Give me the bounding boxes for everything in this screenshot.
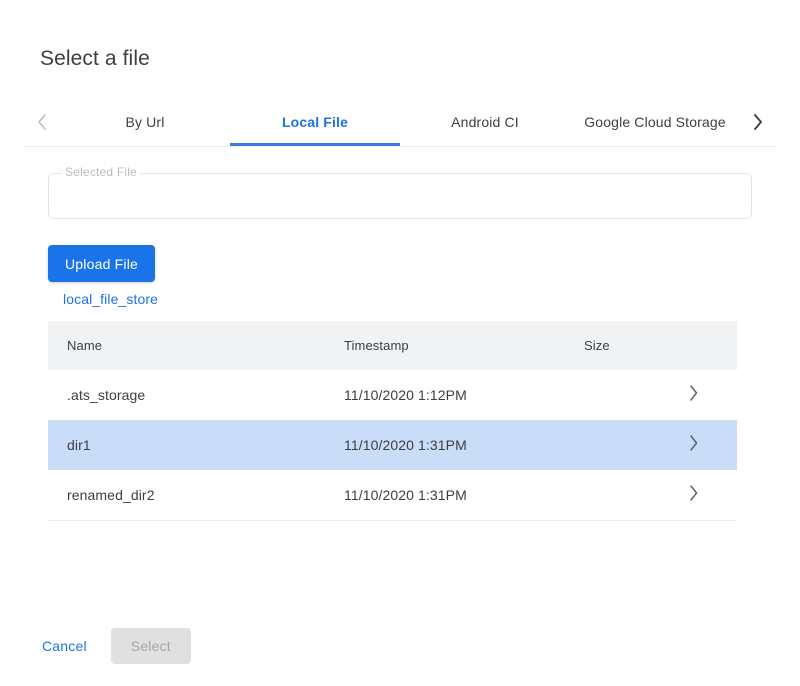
selected-file-input[interactable] [48, 173, 752, 219]
row-open-button[interactable] [674, 434, 737, 457]
tab-label: Android CI [451, 114, 519, 130]
breadcrumb[interactable]: local_file_store [63, 291, 158, 307]
select-file-dialog: Select a file By Url Local File Android … [0, 0, 800, 686]
column-header-name: Name [48, 338, 344, 353]
tabs-scroll-right-button[interactable] [740, 98, 776, 146]
chevron-left-icon [36, 112, 48, 132]
tab-by-url[interactable]: By Url [60, 98, 230, 146]
tabs-strip: By Url Local File Android CI Google Clou… [60, 98, 740, 146]
row-open-button[interactable] [674, 484, 737, 507]
column-header-timestamp: Timestamp [344, 338, 584, 353]
tab-android-ci[interactable]: Android CI [400, 98, 570, 146]
select-button[interactable]: Select [111, 628, 191, 664]
cell-timestamp: 11/10/2020 1:12PM [344, 387, 584, 403]
table-row[interactable]: .ats_storage 11/10/2020 1:12PM [48, 370, 737, 420]
selected-file-field: Selected File [48, 173, 752, 219]
tab-label: Google Cloud Storage [584, 114, 726, 130]
chevron-right-icon [688, 484, 699, 507]
chevron-right-icon [688, 434, 699, 457]
table-row[interactable]: renamed_dir2 11/10/2020 1:31PM [48, 470, 737, 520]
cell-name: renamed_dir2 [48, 487, 344, 503]
tab-label: Local File [282, 114, 348, 130]
cell-timestamp: 11/10/2020 1:31PM [344, 437, 584, 453]
table-header-row: Name Timestamp Size [48, 321, 737, 370]
page-title: Select a file [40, 45, 150, 73]
upload-file-button[interactable]: Upload File [48, 245, 155, 282]
file-table: Name Timestamp Size .ats_storage 11/10/2… [48, 321, 737, 520]
tab-local-file[interactable]: Local File [230, 98, 400, 146]
tab-google-cloud-storage[interactable]: Google Cloud Storage [570, 98, 740, 146]
chevron-right-icon [688, 384, 699, 407]
row-open-button[interactable] [674, 384, 737, 407]
tab-label: By Url [125, 114, 164, 130]
tabs-scroll-left-button[interactable] [24, 98, 60, 146]
tab-bar: By Url Local File Android CI Google Clou… [24, 98, 776, 147]
table-row[interactable]: dir1 11/10/2020 1:31PM [48, 420, 737, 470]
cell-timestamp: 11/10/2020 1:31PM [344, 487, 584, 503]
cancel-button[interactable]: Cancel [28, 629, 101, 663]
dialog-footer: Cancel Select [28, 628, 191, 664]
cell-name: .ats_storage [48, 387, 344, 403]
column-header-size: Size [584, 338, 674, 353]
table-bottom-divider [48, 520, 737, 521]
chevron-right-icon [752, 112, 764, 132]
cell-name: dir1 [48, 437, 344, 453]
